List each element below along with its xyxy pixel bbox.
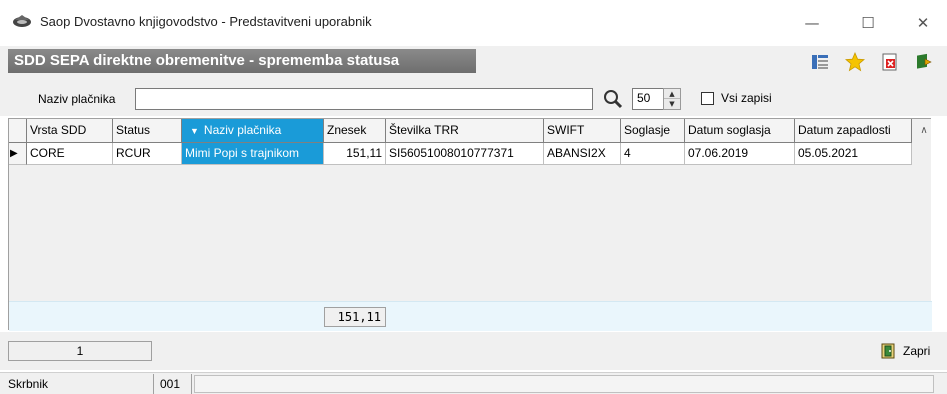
- column-header-soglasje[interactable]: Soglasje: [621, 119, 685, 143]
- grid-body: Vrsta SDD Status ▼ Naziv plačnika Znesek …: [9, 119, 917, 301]
- payer-name-label: Naziv plačnika: [38, 92, 116, 106]
- column-header-naziv[interactable]: ▼ Naziv plačnika: [182, 119, 324, 143]
- close-button[interactable]: Zapri: [876, 340, 942, 362]
- sum-znesek: 151,11: [324, 307, 386, 327]
- column-header-znesek[interactable]: Znesek: [324, 119, 386, 143]
- close-button-label: Zapri: [903, 344, 931, 358]
- header-band: SDD SEPA direktne obremenitve - sprememb…: [0, 46, 947, 76]
- cell-soglasje[interactable]: 4: [621, 143, 685, 165]
- bottom-bar: 1 Zapri: [0, 332, 947, 370]
- cell-datum-zapadlosti[interactable]: 05.05.2021: [795, 143, 912, 165]
- column-header-datum-zapadlosti[interactable]: Datum zapadlosti: [795, 119, 912, 143]
- vertical-scrollbar[interactable]: ∧ ∨: [917, 119, 931, 329]
- column-header-trr[interactable]: Številka TRR: [386, 119, 544, 143]
- filter-bar: Naziv plačnika 50 ▲ ▼ Vsi zapisi: [0, 76, 947, 116]
- table-row[interactable]: ▶ CORE RCUR Mimi Popi s trajnikom 151,11…: [9, 143, 912, 165]
- column-header-swift[interactable]: SWIFT: [544, 119, 621, 143]
- cell-status[interactable]: RCUR: [113, 143, 182, 165]
- window-titlebar: Saop Dvostavno knjigovodstvo - Predstavi…: [0, 0, 947, 46]
- all-records-label: Vsi zapisi: [721, 91, 772, 105]
- cell-swift[interactable]: ABANSI2X: [544, 143, 621, 165]
- summary-footer: 151,11: [9, 301, 932, 331]
- payer-name-input[interactable]: [135, 88, 593, 110]
- cell-naziv[interactable]: Mimi Popi s trajnikom: [182, 143, 324, 165]
- sort-descending-icon: ▼: [190, 126, 199, 136]
- status-user: Skrbnik: [4, 374, 154, 394]
- close-window-button[interactable]: ✕: [908, 8, 938, 38]
- cell-znesek[interactable]: 151,11: [324, 143, 386, 165]
- spin-down-icon[interactable]: ▼: [664, 99, 680, 109]
- status-message: [194, 375, 934, 393]
- maximize-button[interactable]: ☐: [853, 8, 883, 38]
- grid-header: Vrsta SDD Status ▼ Naziv plačnika Znesek …: [9, 119, 912, 143]
- minimize-button[interactable]: —: [797, 8, 827, 38]
- cell-datum-soglasja[interactable]: 07.06.2019: [685, 143, 795, 165]
- spin-up-icon[interactable]: ▲: [664, 89, 680, 99]
- scroll-up-icon[interactable]: ∧: [917, 123, 931, 139]
- star-icon[interactable]: [845, 52, 865, 72]
- data-grid: Vrsta SDD Status ▼ Naziv plačnika Znesek …: [8, 118, 932, 331]
- cell-vrsta[interactable]: CORE: [27, 143, 113, 165]
- door-exit-icon: [881, 343, 895, 359]
- record-count-spinner[interactable]: ▲ ▼: [663, 88, 681, 110]
- app-logo-icon: [13, 15, 31, 27]
- delete-document-icon[interactable]: [880, 52, 900, 72]
- columns-icon[interactable]: [810, 52, 830, 72]
- page-indicator: 1: [8, 341, 152, 361]
- page-title: SDD SEPA direktne obremenitve - sprememb…: [8, 49, 476, 73]
- column-header-status[interactable]: Status: [113, 119, 182, 143]
- window-title: Saop Dvostavno knjigovodstvo - Predstavi…: [40, 14, 372, 29]
- status-code: 001: [156, 374, 192, 394]
- grid-empty-area: [9, 165, 917, 301]
- status-bar: Skrbnik 001: [0, 372, 947, 394]
- column-header-datum-soglasja[interactable]: Datum soglasja: [685, 119, 795, 143]
- cell-trr[interactable]: SI56051008010777371: [386, 143, 544, 165]
- current-row-arrow-icon: ▶: [9, 143, 27, 165]
- exit-arrow-icon[interactable]: [915, 52, 935, 72]
- row-indicator-header: [9, 119, 27, 143]
- column-header-vrsta[interactable]: Vrsta SDD: [27, 119, 113, 143]
- all-records-checkbox[interactable]: [701, 92, 714, 105]
- search-icon[interactable]: [602, 88, 624, 110]
